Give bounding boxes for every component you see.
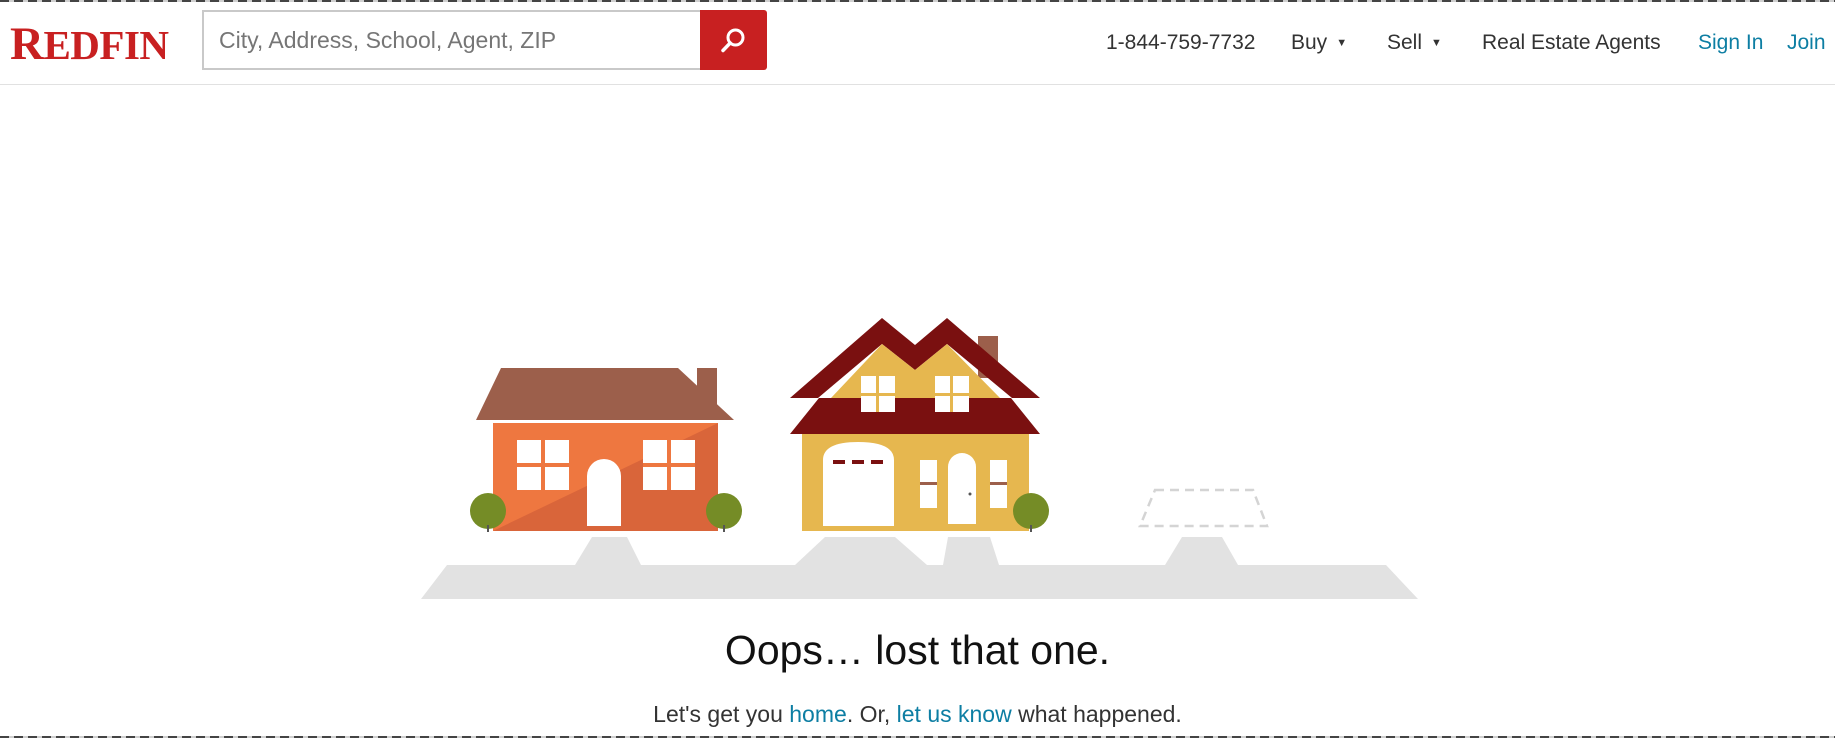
error-headline: Oops… lost that one. [724,627,1111,673]
message-suffix: what happened. [1011,701,1182,727]
message-middle: . Or, [846,701,897,727]
missing-house-outline [1138,488,1269,528]
yellow-house [790,318,1040,531]
home-link[interactable]: home [789,701,847,727]
orange-house [476,368,734,531]
feedback-link[interactable]: let us know [897,701,1012,727]
error-message: Let's get you home. Or, let us know what… [0,700,1835,728]
ground [421,537,1418,599]
message-prefix: Let's get you [653,701,790,727]
